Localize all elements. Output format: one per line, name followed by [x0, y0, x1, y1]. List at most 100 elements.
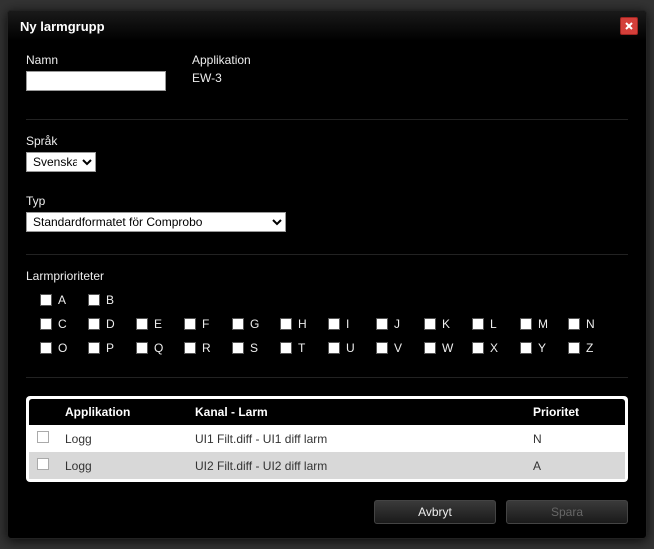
- priority-item-g: G: [232, 317, 280, 331]
- priority-checkbox-m[interactable]: [520, 318, 532, 330]
- priority-item-k: K: [424, 317, 472, 331]
- cancel-button[interactable]: Avbryt: [374, 500, 496, 524]
- priority-checkbox-h[interactable]: [280, 318, 292, 330]
- priority-checkbox-v[interactable]: [376, 342, 388, 354]
- priority-label-e: E: [154, 317, 162, 331]
- table-row[interactable]: LoggUI1 Filt.diff - UI1 diff larmN: [29, 425, 625, 452]
- priority-label-d: D: [106, 317, 115, 331]
- section-priorities: Larmprioriteter AB CDEFGHIJKLMN OPQRSTUV…: [26, 254, 628, 355]
- priority-label-t: T: [298, 341, 305, 355]
- priority-label-x: X: [490, 341, 498, 355]
- priority-checkbox-b[interactable]: [88, 294, 100, 306]
- row-checkbox[interactable]: [37, 431, 49, 443]
- priority-item-e: E: [136, 317, 184, 331]
- app-value: EW-3: [192, 71, 251, 85]
- priority-label-c: C: [58, 317, 67, 331]
- priority-checkbox-x[interactable]: [472, 342, 484, 354]
- priority-item-q: Q: [136, 341, 184, 355]
- priority-checkbox-l[interactable]: [472, 318, 484, 330]
- priority-checkbox-n[interactable]: [568, 318, 580, 330]
- table-row[interactable]: LoggUI2 Filt.diff - UI2 diff larmA: [29, 452, 625, 479]
- table-header-row: Applikation Kanal - Larm Prioritet: [29, 399, 625, 425]
- lang-label: Språk: [26, 134, 628, 148]
- cell-kanal: UI1 Filt.diff - UI1 diff larm: [187, 425, 525, 452]
- priority-checkbox-k[interactable]: [424, 318, 436, 330]
- priority-item-i: I: [328, 317, 376, 331]
- dialog-title: Ny larmgrupp: [20, 19, 105, 34]
- col-checkbox: [29, 399, 57, 425]
- name-input[interactable]: [26, 71, 166, 91]
- priority-checkbox-q[interactable]: [136, 342, 148, 354]
- priority-checkbox-s[interactable]: [232, 342, 244, 354]
- priority-item-z: Z: [568, 341, 616, 355]
- cell-prio: N: [525, 425, 625, 452]
- priority-checkbox-w[interactable]: [424, 342, 436, 354]
- priority-label-o: O: [58, 341, 67, 355]
- priority-checkbox-j[interactable]: [376, 318, 388, 330]
- col-kanal: Kanal - Larm: [187, 399, 525, 425]
- priority-checkbox-f[interactable]: [184, 318, 196, 330]
- priority-item-l: L: [472, 317, 520, 331]
- priority-item-y: Y: [520, 341, 568, 355]
- priority-checkbox-p[interactable]: [88, 342, 100, 354]
- alarm-table: Applikation Kanal - Larm Prioritet LoggU…: [29, 399, 625, 479]
- priority-checkbox-c[interactable]: [40, 318, 52, 330]
- app-label: Applikation: [192, 53, 251, 67]
- priority-label-b: B: [106, 293, 114, 307]
- priority-checkbox-i[interactable]: [328, 318, 340, 330]
- name-label: Namn: [26, 53, 166, 67]
- priority-item-t: T: [280, 341, 328, 355]
- priority-item-s: S: [232, 341, 280, 355]
- priority-label-g: G: [250, 317, 259, 331]
- priority-checkbox-u[interactable]: [328, 342, 340, 354]
- priority-label-y: Y: [538, 341, 546, 355]
- field-name: Namn: [26, 53, 166, 91]
- priority-checkbox-a[interactable]: [40, 294, 52, 306]
- priority-item-h: H: [280, 317, 328, 331]
- col-prio: Prioritet: [525, 399, 625, 425]
- close-button[interactable]: [620, 17, 638, 35]
- typ-select[interactable]: Standardformatet för Comprobo: [26, 212, 286, 232]
- save-button[interactable]: Spara: [506, 500, 628, 524]
- priority-item-x: X: [472, 341, 520, 355]
- priority-label-n: N: [586, 317, 595, 331]
- priority-checkbox-y[interactable]: [520, 342, 532, 354]
- prio-label: Larmprioriteter: [26, 269, 628, 283]
- priority-checkbox-e[interactable]: [136, 318, 148, 330]
- priority-label-j: J: [394, 317, 400, 331]
- section-table: Applikation Kanal - Larm Prioritet LoggU…: [26, 377, 628, 524]
- priority-label-q: Q: [154, 341, 163, 355]
- priority-item-d: D: [88, 317, 136, 331]
- priority-label-i: I: [346, 317, 349, 331]
- priority-checkbox-t[interactable]: [280, 342, 292, 354]
- priority-label-f: F: [202, 317, 209, 331]
- dialog-footer: Avbryt Spara: [26, 482, 628, 524]
- priority-row-1: AB: [40, 293, 628, 307]
- dialog-content: Namn Applikation EW-3 Språk Svenska Typ …: [8, 41, 646, 538]
- row-checkbox-cell: [29, 452, 57, 479]
- section-type: Typ Standardformatet för Comprobo: [26, 194, 628, 232]
- row-checkbox[interactable]: [37, 458, 49, 470]
- priority-checkbox-g[interactable]: [232, 318, 244, 330]
- priority-checkbox-d[interactable]: [88, 318, 100, 330]
- cell-app: Logg: [57, 452, 187, 479]
- priority-row-3: OPQRSTUVWXYZ: [40, 341, 628, 355]
- section-language: Språk Svenska: [26, 119, 628, 172]
- priority-item-p: P: [88, 341, 136, 355]
- field-app: Applikation EW-3: [192, 53, 251, 91]
- priority-label-s: S: [250, 341, 258, 355]
- priority-item-j: J: [376, 317, 424, 331]
- lang-select[interactable]: Svenska: [26, 152, 96, 172]
- priority-row-2: CDEFGHIJKLMN: [40, 317, 628, 331]
- priority-item-a: A: [40, 293, 88, 307]
- row-name-app: Namn Applikation EW-3: [26, 53, 628, 91]
- priority-checkbox-o[interactable]: [40, 342, 52, 354]
- priority-checkbox-z[interactable]: [568, 342, 580, 354]
- col-app: Applikation: [57, 399, 187, 425]
- priority-label-h: H: [298, 317, 307, 331]
- priority-item-o: O: [40, 341, 88, 355]
- dialog: Ny larmgrupp Namn Applikation EW-3 Språk…: [7, 10, 647, 539]
- priority-checkbox-r[interactable]: [184, 342, 196, 354]
- priority-grid: AB CDEFGHIJKLMN OPQRSTUVWXYZ: [26, 293, 628, 355]
- priority-label-k: K: [442, 317, 450, 331]
